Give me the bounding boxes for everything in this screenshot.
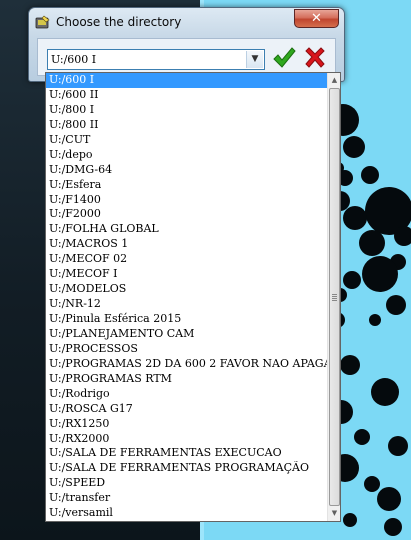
scroll-down-icon[interactable]: ▼ xyxy=(328,506,341,521)
dialog-client-area: U:/600 I ▼ xyxy=(37,38,336,76)
wallpaper-dot xyxy=(354,429,370,445)
choose-directory-window: Choose the directory ✕ U:/600 I ▼ xyxy=(28,7,345,82)
list-item[interactable]: U:/depo xyxy=(46,148,327,163)
list-item[interactable]: U:/Pinula Esférica 2015 xyxy=(46,312,327,327)
wallpaper-dot xyxy=(362,256,398,292)
wallpaper-dot xyxy=(343,206,367,230)
directory-dropdown-list[interactable]: U:/600 I U:/600 II U:/800 I U:/800 II U:/CUT… xyxy=(45,72,341,522)
list-item[interactable]: U:/PROGRAMAS 2D DA 600 2 FAVOR NAO APAGA… xyxy=(46,357,327,372)
list-item[interactable]: U:/MODELOS xyxy=(46,282,327,297)
list-item[interactable]: U:/600 II xyxy=(46,88,327,103)
list-item[interactable]: U:/Esfera xyxy=(46,178,327,193)
red-x-icon xyxy=(305,47,325,68)
list-item[interactable]: U:/600 I xyxy=(46,73,327,88)
list-item[interactable]: U:/FOLHA GLOBAL xyxy=(46,222,327,237)
wallpaper-dot xyxy=(361,166,379,184)
list-item[interactable]: U:/ROSCA G17 xyxy=(46,402,327,417)
list-item[interactable]: U:/RX2000 xyxy=(46,432,327,447)
scrollbar-thumb[interactable] xyxy=(329,88,340,506)
list-item[interactable]: U:/versamil xyxy=(46,506,327,521)
wallpaper-dot xyxy=(384,518,402,536)
vertical-scrollbar[interactable]: ▲ ▼ xyxy=(327,73,340,521)
app-icon xyxy=(35,15,50,29)
wallpaper-dot xyxy=(364,476,380,492)
wallpaper-dot xyxy=(388,436,408,456)
list-item[interactable]: U:/SPEED xyxy=(46,476,327,491)
wallpaper-dot xyxy=(343,513,357,527)
list-item[interactable]: U:/800 I xyxy=(46,103,327,118)
close-button[interactable]: ✕ xyxy=(294,9,339,28)
wallpaper-dot xyxy=(394,226,411,246)
list-item[interactable]: U:/SALA DE FERRAMENTAS PROGRAMAÇÃO xyxy=(46,461,327,476)
list-item[interactable]: U:/NR-12 xyxy=(46,297,327,312)
list-item[interactable]: U:/MECOF 02 xyxy=(46,252,327,267)
list-item[interactable]: U:/F2000 xyxy=(46,207,327,222)
chevron-down-icon[interactable]: ▼ xyxy=(246,51,263,68)
list-item[interactable]: U:/F1400 xyxy=(46,193,327,208)
list-item[interactable]: U:/Rodrigo xyxy=(46,387,327,402)
window-title: Choose the directory xyxy=(56,15,182,29)
cancel-button[interactable] xyxy=(302,45,328,71)
wallpaper-dot xyxy=(343,136,365,158)
list-item[interactable]: U:/MACROS 1 xyxy=(46,237,327,252)
wallpaper-dot xyxy=(371,378,399,406)
list-item[interactable]: U:/DMG-64 xyxy=(46,163,327,178)
list-item[interactable]: U:/CUT xyxy=(46,133,327,148)
combobox-value: U:/600 I xyxy=(51,53,97,66)
list-item[interactable]: U:/PLANEJAMENTO CAM xyxy=(46,327,327,342)
list-item[interactable]: U:/800 II xyxy=(46,118,327,133)
wallpaper-dot xyxy=(386,295,406,315)
wallpaper-dot xyxy=(343,271,361,289)
wallpaper-dot xyxy=(359,230,385,256)
list-item[interactable]: U:/PROCESSOS xyxy=(46,342,327,357)
list-item[interactable]: U:/SALA DE FERRAMENTAS EXECUCAO xyxy=(46,446,327,461)
ok-button[interactable] xyxy=(271,45,297,71)
wallpaper-dot xyxy=(369,314,381,326)
green-checkmark-icon xyxy=(273,47,296,68)
wallpaper-dot xyxy=(340,355,360,375)
window-titlebar[interactable]: Choose the directory ✕ xyxy=(29,8,344,37)
wallpaper-dot xyxy=(377,487,401,511)
directory-combobox[interactable]: U:/600 I ▼ xyxy=(47,49,265,70)
list-item[interactable]: U:/PROGRAMAS RTM xyxy=(46,372,327,387)
close-icon: ✕ xyxy=(311,11,322,26)
list-item[interactable]: U:/RX1250 xyxy=(46,417,327,432)
directory-list[interactable]: U:/600 I U:/600 II U:/800 I U:/800 II U:/CUT… xyxy=(46,73,327,521)
list-item[interactable]: U:/transfer xyxy=(46,491,327,506)
list-item[interactable]: U:/MECOF I xyxy=(46,267,327,282)
scroll-up-icon[interactable]: ▲ xyxy=(328,73,341,88)
